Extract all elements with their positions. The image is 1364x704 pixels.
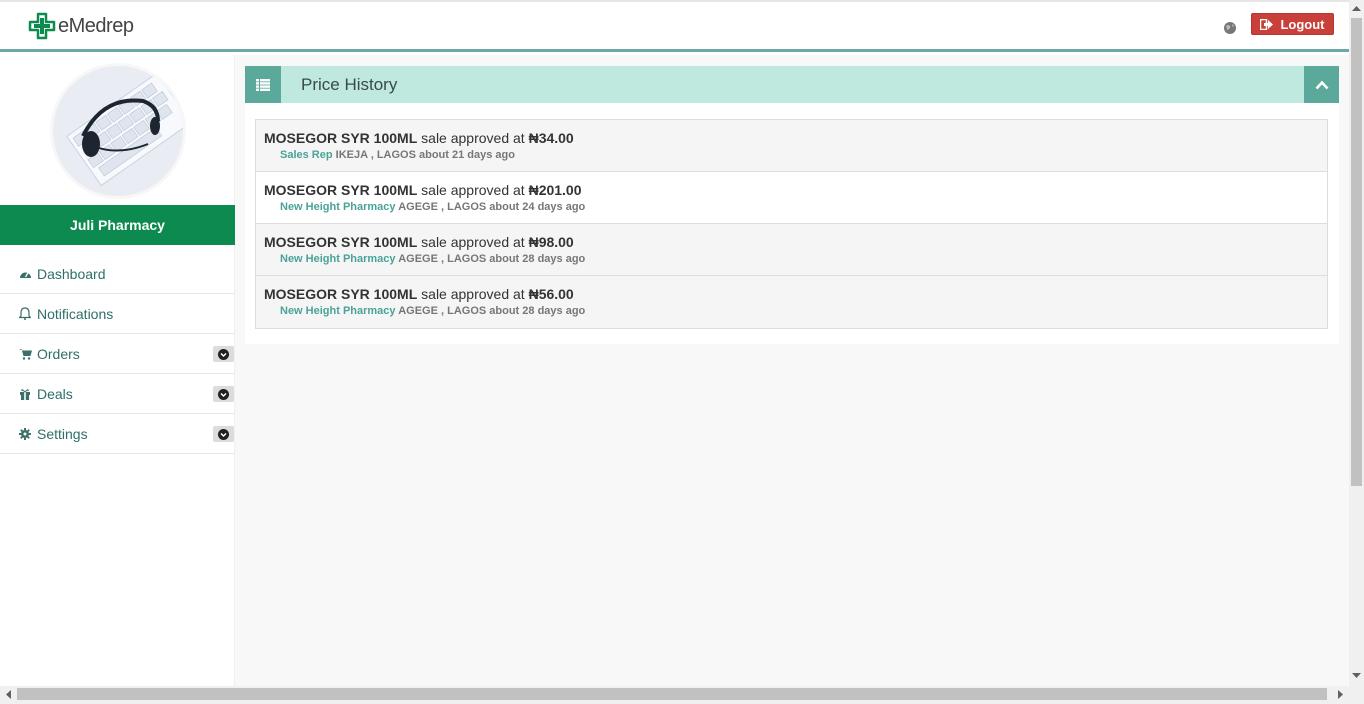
horizontal-scrollbar-thumb[interactable] [17, 688, 1327, 700]
chevron-down-icon[interactable] [213, 346, 234, 362]
location-text: AGEGE , LAGOS [398, 305, 487, 317]
panel-title: Price History [301, 75, 398, 94]
sidebar-item-settings[interactable]: Settings [0, 414, 235, 454]
product-name: MOSEGOR SYR 100ML [264, 234, 418, 250]
price-history-panel: Price History MOSEGOR SYR 100ML sale app… [245, 66, 1339, 344]
main-content: Price History MOSEGOR SYR 100ML sale app… [235, 55, 1349, 686]
seller-name[interactable]: New Height Pharmacy [280, 253, 396, 265]
time-text: about 28 days ago [489, 305, 586, 317]
scroll-down-arrow-icon[interactable] [1352, 673, 1361, 679]
product-name: MOSEGOR SYR 100ML [264, 182, 418, 198]
list-item: MOSEGOR SYR 100ML sale approved at ₦201.… [256, 172, 1327, 224]
sidebar-item-label: Dashboard [37, 265, 106, 282]
scroll-up-arrow-icon[interactable] [1352, 5, 1361, 11]
sidebar-item-deals[interactable]: Deals [0, 374, 235, 414]
panel-header: Price History [245, 66, 1339, 103]
sidebar-item-label: Notifications [37, 305, 114, 322]
product-name: MOSEGOR SYR 100ML [264, 130, 418, 146]
sidebar-item-orders[interactable]: Orders [0, 334, 235, 374]
cart-icon [18, 347, 32, 361]
medical-cross-icon [28, 12, 56, 40]
collapse-button[interactable] [1304, 66, 1339, 103]
pharmacy-name: Juli Pharmacy [0, 205, 235, 245]
price-value: ₦98.00 [528, 234, 574, 250]
logout-label: Logout [1280, 16, 1325, 32]
chevron-down-icon[interactable] [213, 426, 234, 442]
horizontal-scrollbar[interactable] [0, 686, 1364, 704]
sidebar: Juli Pharmacy Dashboard Notifications Or… [0, 55, 235, 686]
action-text: sale approved at [421, 130, 525, 146]
gear-icon [18, 427, 32, 441]
sign-out-icon [1260, 18, 1274, 30]
logout-button[interactable]: Logout [1251, 13, 1334, 35]
sidebar-item-label: Settings [37, 425, 88, 442]
location-text: AGEGE , LAGOS [398, 201, 487, 213]
avatar [53, 66, 183, 196]
location-text: IKEJA , LAGOS [335, 149, 416, 161]
chevron-up-icon [1315, 80, 1328, 89]
vertical-scrollbar-thumb[interactable] [1351, 18, 1362, 486]
list-item: MOSEGOR SYR 100ML sale approved at ₦98.0… [256, 224, 1327, 276]
avatar-image [53, 66, 183, 196]
seller-name[interactable]: New Height Pharmacy [280, 305, 396, 317]
location-text: AGEGE , LAGOS [398, 253, 487, 265]
vertical-scrollbar[interactable] [1349, 0, 1364, 686]
sidebar-item-label: Orders [37, 345, 80, 362]
list-item: MOSEGOR SYR 100ML sale approved at ₦34.0… [256, 120, 1327, 172]
time-text: about 24 days ago [489, 201, 586, 213]
chevron-down-icon[interactable] [213, 386, 234, 402]
sidebar-item-dashboard[interactable]: Dashboard [0, 254, 235, 294]
action-text: sale approved at [421, 234, 525, 250]
list-item: MOSEGOR SYR 100ML sale approved at ₦56.0… [256, 276, 1327, 328]
top-navbar: eMedrep Logout [0, 0, 1349, 52]
price-value: ₦201.00 [528, 182, 582, 198]
list-icon [245, 66, 281, 103]
brand-name: eMedrep [58, 14, 134, 37]
time-text: about 21 days ago [419, 149, 515, 161]
globe-icon[interactable] [1223, 21, 1237, 35]
seller-name[interactable]: Sales Rep [280, 149, 333, 161]
action-text: sale approved at [421, 182, 525, 198]
sidebar-item-label: Deals [37, 385, 73, 402]
seller-name[interactable]: New Height Pharmacy [280, 201, 396, 213]
sidebar-menu: Dashboard Notifications Orders Deals Set… [0, 254, 235, 454]
action-text: sale approved at [421, 286, 525, 302]
price-history-list: MOSEGOR SYR 100ML sale approved at ₦34.0… [255, 119, 1328, 329]
dashboard-icon [18, 267, 32, 281]
price-value: ₦56.00 [528, 286, 574, 302]
product-name: MOSEGOR SYR 100ML [264, 286, 418, 302]
scroll-right-arrow-icon[interactable] [1338, 690, 1344, 699]
gift-icon [18, 387, 32, 401]
time-text: about 28 days ago [489, 253, 586, 265]
price-value: ₦34.00 [528, 130, 574, 146]
scroll-left-arrow-icon[interactable] [5, 690, 11, 699]
brand-logo[interactable]: eMedrep [28, 12, 134, 40]
sidebar-item-notifications[interactable]: Notifications [0, 294, 235, 334]
bell-icon [18, 307, 32, 321]
